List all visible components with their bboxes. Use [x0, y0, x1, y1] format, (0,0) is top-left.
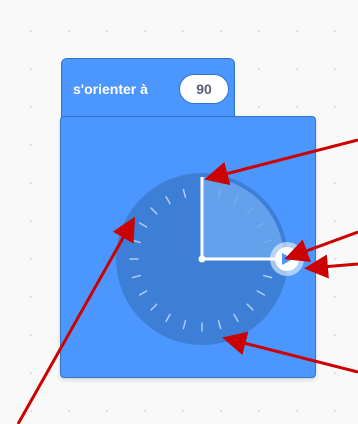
annotation-arrow-dial-face	[16, 216, 135, 424]
direction-wedge	[202, 177, 284, 259]
rotate-arrow-icon[interactable]	[270, 242, 304, 276]
dial-and-annotations	[16, 138, 358, 424]
scratch-workspace: s'orienter à 90	[0, 0, 358, 424]
annotation-arrow-ticks	[222, 331, 358, 374]
dial-center-dot	[198, 255, 206, 263]
annotation-arrow-zero-line	[204, 138, 358, 186]
annotation-arrow-handle	[304, 254, 358, 279]
annotation-arrow-direction-line	[284, 230, 358, 263]
